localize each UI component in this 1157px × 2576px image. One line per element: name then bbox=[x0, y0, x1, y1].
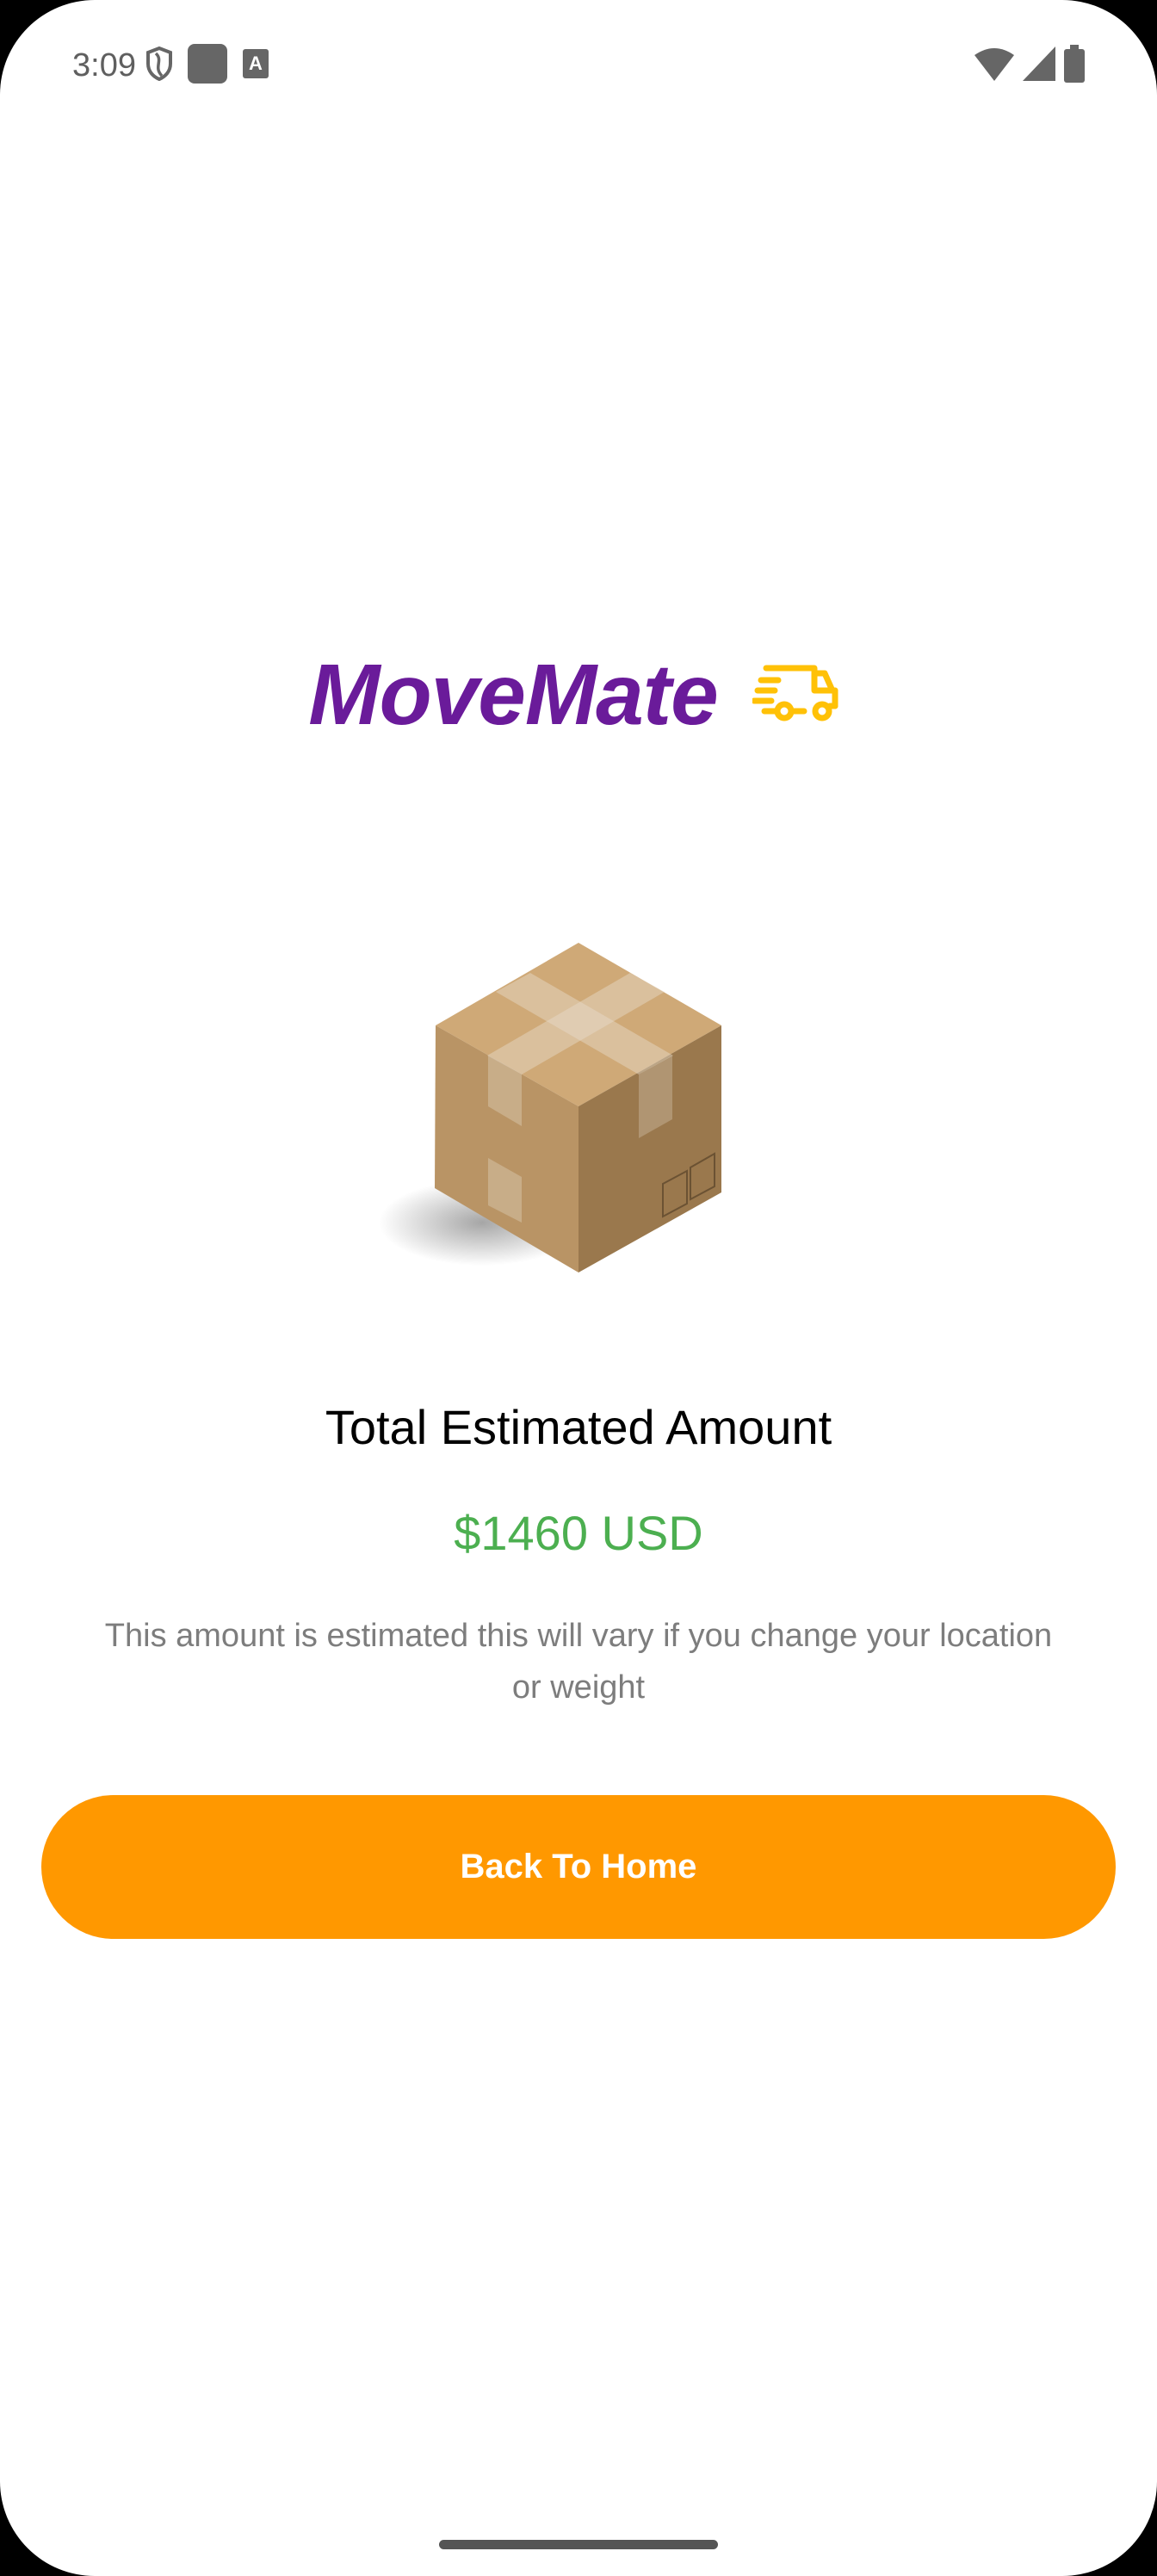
app-logo: MoveMate bbox=[0, 646, 1157, 745]
back-to-home-button[interactable]: Back To Home bbox=[41, 1795, 1116, 1939]
battery-icon bbox=[1064, 44, 1085, 87]
svg-text:A: A bbox=[249, 53, 263, 74]
cardboard-box-illustration bbox=[379, 930, 740, 1296]
font-a-icon: A bbox=[242, 48, 269, 83]
home-indicator[interactable] bbox=[439, 2540, 718, 2549]
wifi-icon bbox=[974, 46, 1014, 85]
total-estimated-title: Total Estimated Amount bbox=[325, 1400, 832, 1454]
square-icon bbox=[187, 43, 227, 88]
logo-text: MoveMate bbox=[308, 647, 718, 743]
fast-truck-icon bbox=[751, 663, 849, 728]
shield-icon bbox=[145, 46, 172, 85]
signal-icon bbox=[1023, 46, 1055, 85]
status-bar: 3:09 A bbox=[72, 41, 1085, 90]
screen: 3:09 A MoveMate Total Estimated Amount $… bbox=[0, 0, 1157, 2576]
status-time: 3:09 bbox=[72, 46, 136, 84]
estimate-disclaimer: This amount is estimated this will vary … bbox=[104, 1618, 1053, 1706]
estimated-amount: $1460 USD bbox=[454, 1506, 703, 1560]
